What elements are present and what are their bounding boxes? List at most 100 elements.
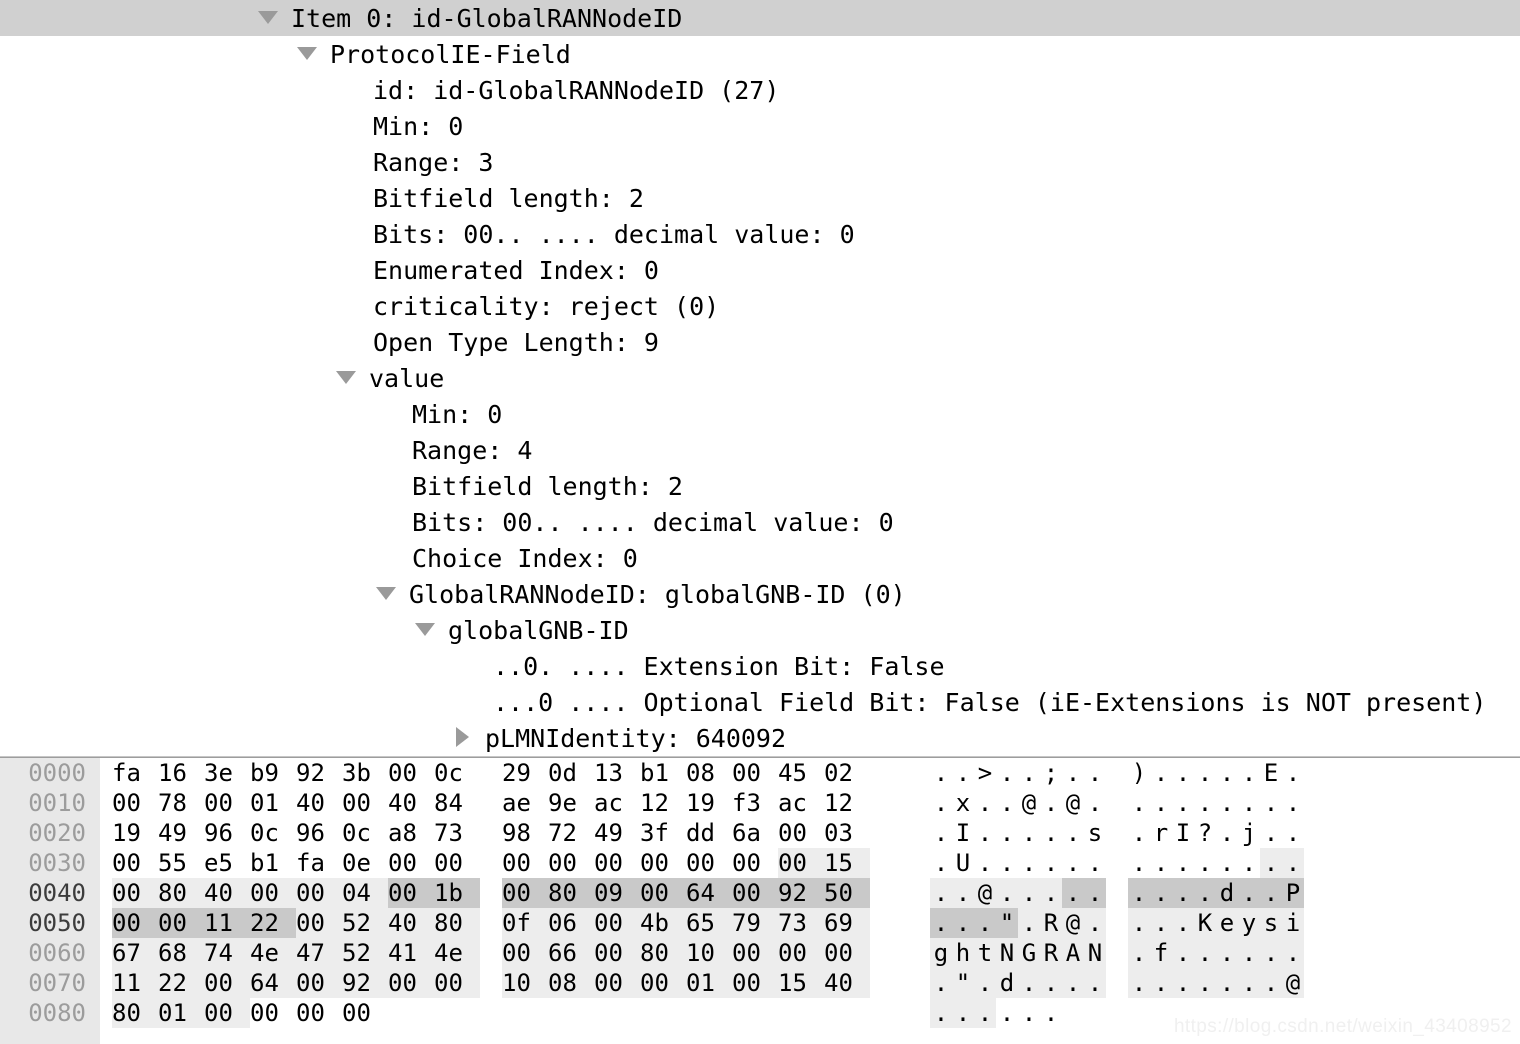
hex-byte[interactable]: 68 xyxy=(158,938,204,968)
ascii-char[interactable]: . xyxy=(1194,848,1216,878)
ascii-char[interactable]: " xyxy=(996,908,1018,938)
hex-dump-row[interactable]: 0010 00 78 00 01 40 00 40 84 ae 9e ac 12 19 f3 ac 12. x..… xyxy=(0,788,1520,818)
ascii-char[interactable]: e xyxy=(1216,908,1238,938)
ascii-byte-group[interactable]: .. >..;..)..... E. xyxy=(930,758,1304,788)
ascii-char[interactable]: . xyxy=(974,908,996,938)
ascii-char[interactable]: s xyxy=(1084,818,1106,848)
ascii-char[interactable]: i xyxy=(1282,908,1304,938)
hex-byte[interactable]: 15 xyxy=(824,848,870,878)
hex-byte[interactable]: 6a xyxy=(732,818,778,848)
ascii-char[interactable]: . xyxy=(1018,848,1040,878)
ascii-char[interactable]: @ xyxy=(1018,788,1040,818)
hex-byte[interactable]: 1b xyxy=(434,878,480,908)
hex-byte[interactable]: 00 xyxy=(204,968,250,998)
detail-tree-row[interactable]: criticality: reject (0) xyxy=(0,288,1520,324)
ascii-char[interactable]: . xyxy=(1040,878,1062,908)
hex-byte[interactable]: 47 xyxy=(296,938,342,968)
hex-dump-row[interactable]: 0050 00 00 11 22 00 52 40 80 0f 06 00 4b 65 79 73 69... "… xyxy=(0,908,1520,938)
hex-byte[interactable]: 40 xyxy=(388,908,434,938)
hex-dump-row[interactable]: 0060 67 68 74 4e 47 52 41 4e 00 66 00 80 10 00 00 00 g h t N… xyxy=(0,938,1520,968)
hex-byte[interactable]: 00 xyxy=(502,848,548,878)
hex-byte[interactable]: 19 xyxy=(112,818,158,848)
hex-byte[interactable]: 08 xyxy=(548,968,594,998)
ascii-char[interactable]: . xyxy=(1128,968,1150,998)
ascii-char[interactable]: . xyxy=(1172,968,1194,998)
ascii-char[interactable]: f xyxy=(1150,938,1172,968)
ascii-char[interactable]: d xyxy=(1216,878,1238,908)
detail-tree-row[interactable]: Range: 4 xyxy=(0,432,1520,468)
hex-byte[interactable]: 00 xyxy=(502,878,548,908)
packet-bytes-pane[interactable]: 0000 fa 16 3e b9 92 3b 00 0c 29 0d 13 b1 08 00 45 02.. >.… xyxy=(0,758,1520,1044)
hex-byte[interactable]: 00 xyxy=(732,938,778,968)
ascii-char[interactable]: . xyxy=(1128,788,1150,818)
hex-byte[interactable]: 00 xyxy=(548,848,594,878)
hex-byte[interactable]: 12 xyxy=(824,788,870,818)
hex-byte[interactable]: 55 xyxy=(158,848,204,878)
hex-byte[interactable]: 00 xyxy=(296,878,342,908)
ascii-char[interactable]: . xyxy=(1172,848,1194,878)
hex-byte[interactable]: 80 xyxy=(434,908,480,938)
ascii-char[interactable]: . xyxy=(1238,968,1260,998)
ascii-char[interactable]: " xyxy=(952,968,974,998)
hex-byte[interactable]: 13 xyxy=(594,758,640,788)
hex-dump-row[interactable]: 0030 00 55 e5 b1 fa 0e 00 00 00 00 00 00 00 00 00 15. U..… xyxy=(0,848,1520,878)
ascii-char[interactable]: ; xyxy=(1040,758,1062,788)
hex-byte[interactable]: 10 xyxy=(502,968,548,998)
ascii-char[interactable]: . xyxy=(1238,788,1260,818)
ascii-char[interactable]: G xyxy=(1018,938,1040,968)
ascii-char[interactable]: . xyxy=(1260,788,1282,818)
ascii-char[interactable]: . xyxy=(1040,818,1062,848)
ascii-char[interactable]: . xyxy=(1128,818,1150,848)
triangle-down-icon[interactable] xyxy=(415,622,435,636)
ascii-char[interactable]: . xyxy=(1128,848,1150,878)
hex-byte[interactable]: 80 xyxy=(158,878,204,908)
detail-tree-row[interactable]: ..0. .... Extension Bit: False xyxy=(0,648,1520,684)
ascii-char[interactable]: . xyxy=(1150,848,1172,878)
ascii-char[interactable]: . xyxy=(930,758,952,788)
ascii-char[interactable]: . xyxy=(1062,848,1084,878)
detail-tree-row[interactable]: Item 0: id-GlobalRANNodeID xyxy=(0,0,1520,36)
hex-byte[interactable]: 9e xyxy=(548,788,594,818)
hex-byte-group[interactable]: 00 78 00 01 40 00 40 84 ae 9e ac 12 19 f3 ac 12 xyxy=(112,788,870,818)
detail-tree-row[interactable]: Bits: 00.. .... decimal value: 0 xyxy=(0,504,1520,540)
ascii-char[interactable]: . xyxy=(1216,788,1238,818)
ascii-char[interactable]: . xyxy=(1018,758,1040,788)
hex-byte[interactable]: 02 xyxy=(824,758,870,788)
ascii-char[interactable]: . xyxy=(1172,788,1194,818)
hex-byte[interactable]: 4e xyxy=(250,938,296,968)
hex-byte[interactable]: 0e xyxy=(342,848,388,878)
hex-byte[interactable]: 12 xyxy=(640,788,686,818)
ascii-char[interactable]: . xyxy=(1062,758,1084,788)
ascii-char[interactable]: . xyxy=(1194,938,1216,968)
ascii-byte-group[interactable]: ... ". R @.... Ke y s i xyxy=(930,908,1304,938)
hex-byte[interactable]: 41 xyxy=(388,938,434,968)
hex-byte[interactable]: 40 xyxy=(204,878,250,908)
hex-byte[interactable]: 00 xyxy=(732,758,778,788)
hex-byte[interactable]: 73 xyxy=(434,818,480,848)
ascii-char[interactable]: . xyxy=(996,788,1018,818)
hex-byte[interactable]: 84 xyxy=(434,788,480,818)
ascii-byte-group[interactable]: .. @......... d.. P xyxy=(930,878,1304,908)
hex-byte-group[interactable]: 00 55 e5 b1 fa 0e 00 00 00 00 00 00 00 00 00 15 xyxy=(112,848,870,878)
hex-byte[interactable]: 96 xyxy=(296,818,342,848)
ascii-char[interactable]: . xyxy=(930,818,952,848)
detail-tree-row[interactable]: Bits: 00.. .... decimal value: 0 xyxy=(0,216,1520,252)
hex-byte[interactable]: 64 xyxy=(686,878,732,908)
hex-byte[interactable]: 00 xyxy=(594,848,640,878)
hex-byte[interactable]: 00 xyxy=(640,878,686,908)
hex-byte[interactable]: 80 xyxy=(548,878,594,908)
hex-byte[interactable]: 52 xyxy=(342,938,388,968)
ascii-char[interactable]: I xyxy=(1172,818,1194,848)
ascii-char[interactable]: y xyxy=(1238,908,1260,938)
hex-byte[interactable]: 92 xyxy=(778,878,824,908)
triangle-right-icon[interactable] xyxy=(456,727,469,747)
ascii-char[interactable]: . xyxy=(1040,998,1062,1028)
detail-tree-row[interactable]: Bitfield length: 2 xyxy=(0,180,1520,216)
hex-byte-group[interactable]: 19 49 96 0c 96 0c a8 73 98 72 49 3f dd 6a 00 03 xyxy=(112,818,870,848)
ascii-char[interactable]: . xyxy=(974,788,996,818)
hex-byte[interactable]: 49 xyxy=(594,818,640,848)
ascii-char[interactable]: A xyxy=(1062,938,1084,968)
hex-byte[interactable]: 09 xyxy=(594,878,640,908)
ascii-char[interactable]: N xyxy=(1084,938,1106,968)
hex-byte[interactable]: 01 xyxy=(250,788,296,818)
